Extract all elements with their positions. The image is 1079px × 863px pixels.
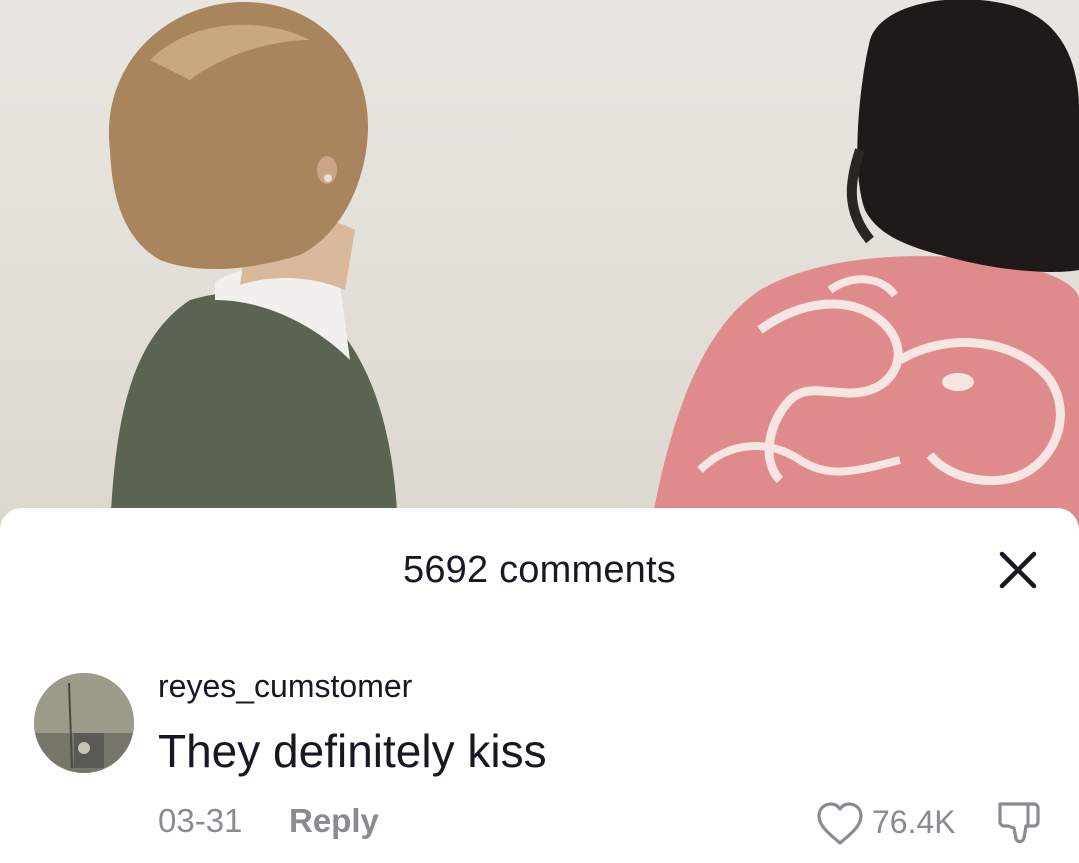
close-icon[interactable] bbox=[992, 544, 1044, 596]
thumbs-down-icon[interactable] bbox=[994, 798, 1044, 848]
video-frame-image bbox=[108, 0, 1079, 530]
avatar[interactable] bbox=[34, 673, 134, 773]
reply-button[interactable]: Reply bbox=[289, 802, 379, 840]
video-frame bbox=[0, 0, 1079, 530]
comment-date: 03-31 bbox=[158, 802, 243, 839]
comment-username[interactable]: reyes_cumstomer bbox=[158, 668, 412, 705]
heart-outline-icon[interactable] bbox=[814, 800, 866, 848]
comment-text: They definitely kiss bbox=[158, 725, 547, 777]
comments-sheet: 5692 comments reyes_cumstomer They defin… bbox=[0, 508, 1079, 863]
comments-count-title: 5692 comments bbox=[403, 549, 676, 591]
like-count: 76.4K bbox=[872, 804, 956, 840]
